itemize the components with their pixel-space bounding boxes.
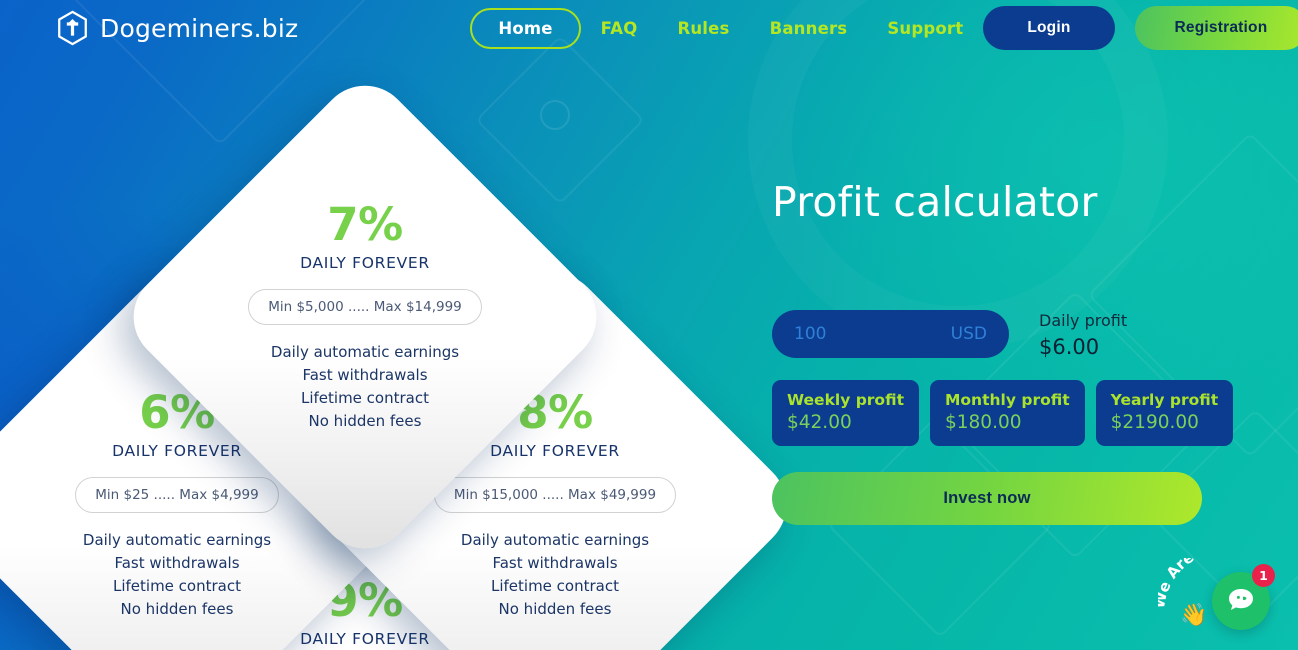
plan-features: Daily automatic earnings Fast withdrawal…	[83, 529, 271, 621]
chat-widget: We Are Here! 👋 1	[1158, 552, 1290, 644]
amount-input-value[interactable]: 100	[794, 324, 826, 344]
nav-item-faq[interactable]: FAQ	[581, 19, 658, 38]
nav-item-banners[interactable]: Banners	[750, 19, 868, 38]
currency-label: USD	[950, 324, 987, 344]
plan-rate: 7%	[327, 197, 403, 251]
plan-feature: Lifetime contract	[112, 576, 241, 595]
weekly-profit-label: Weekly profit	[787, 391, 904, 409]
plan-feature: Daily automatic earnings	[270, 342, 460, 361]
investment-plans: 7% DAILY FOREVER Min $5,000 ..... Max $1…	[0, 56, 806, 650]
site-header: Dogeminers.biz Home FAQ Rules Banners Su…	[0, 0, 1298, 56]
nav-item-support[interactable]: Support	[867, 19, 983, 38]
plan-feature: No hidden fees	[308, 411, 422, 430]
plan-period: DAILY FOREVER	[300, 253, 430, 272]
nav-item-rules[interactable]: Rules	[657, 19, 749, 38]
yearly-profit-label: Yearly profit	[1110, 391, 1219, 409]
profit-calculator: Profit calculator 100 USD Daily profit $…	[772, 56, 1242, 525]
plan-features: Daily automatic earnings Fast withdrawal…	[461, 529, 649, 621]
plan-feature: Daily automatic earnings	[460, 530, 650, 549]
plan-feature: Daily automatic earnings	[82, 530, 272, 549]
registration-button[interactable]: Registration	[1134, 6, 1298, 50]
plan-features: Daily automatic earnings Fast withdrawal…	[271, 341, 459, 433]
login-button[interactable]: Login	[983, 6, 1115, 50]
monthly-profit-card: Monthly profit $180.00	[929, 380, 1085, 446]
waving-hand-icon: 👋	[1180, 603, 1208, 628]
calculator-input-row: 100 USD Daily profit $6.00	[772, 310, 1242, 359]
chat-unread-badge[interactable]: 1	[1252, 564, 1275, 587]
plan-feature: Fast withdrawals	[114, 553, 240, 572]
plan-feature: Fast withdrawals	[492, 553, 618, 572]
plan-feature: Lifetime contract	[490, 576, 619, 595]
weekly-profit-card: Weekly profit $42.00	[772, 380, 919, 446]
hexagon-pickaxe-icon	[56, 10, 89, 46]
daily-profit-label: Daily profit	[1039, 311, 1128, 330]
auth-actions: Login Registration	[983, 6, 1298, 50]
plan-range: Min $5,000 ..... Max $14,999	[248, 288, 482, 325]
yearly-profit-card: Yearly profit $2190.00	[1095, 380, 1234, 446]
daily-profit-block: Daily profit $6.00	[1039, 310, 1127, 359]
plan-card-7[interactable]: 7% DAILY FOREVER Min $5,000 ..... Max $1…	[114, 66, 616, 568]
monthly-profit-label: Monthly profit	[944, 391, 1070, 409]
main-navigation: Home FAQ Rules Banners Support	[470, 7, 983, 49]
plan-feature: No hidden fees	[498, 599, 612, 618]
yearly-profit-value: $2190.00	[1110, 412, 1199, 433]
chat-bubble-smile-icon	[1226, 584, 1256, 618]
calculator-title: Profit calculator	[772, 178, 1098, 226]
amount-input[interactable]: 100 USD	[772, 310, 1009, 358]
brand-name: Dogeminers.biz	[100, 13, 299, 43]
invest-now-button[interactable]: Invest now	[772, 472, 1202, 525]
nav-item-home[interactable]: Home	[470, 7, 581, 49]
plan-feature: Lifetime contract	[300, 388, 429, 407]
plan-feature: Fast withdrawals	[302, 365, 428, 384]
daily-profit-value: $6.00	[1039, 335, 1100, 359]
profit-summary-row: Weekly profit $42.00 Monthly profit $180…	[772, 380, 1242, 446]
weekly-profit-value: $42.00	[787, 412, 852, 433]
monthly-profit-value: $180.00	[944, 412, 1022, 433]
plan-feature: No hidden fees	[120, 599, 234, 618]
brand-logo[interactable]: Dogeminers.biz	[56, 10, 298, 46]
